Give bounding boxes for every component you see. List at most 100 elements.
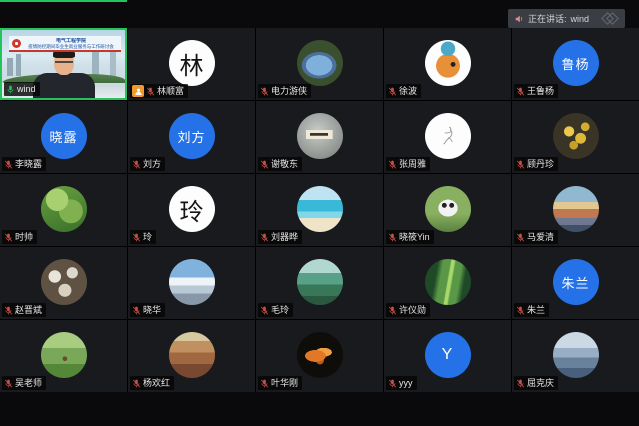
mic-muted-icon [388, 160, 397, 169]
participant-name: 刘方 [143, 158, 161, 170]
participant-tile[interactable]: 杨欢红 [128, 320, 255, 392]
avatar [297, 186, 343, 232]
participant-tile[interactable]: 毛玲 [256, 247, 383, 319]
mic-muted-icon [260, 379, 269, 388]
active-speaker-video-tile[interactable]: 电气工程学院 疫情防控期间毕业生就业服务与工作研讨会 wind [0, 28, 127, 100]
participant-tile[interactable]: 电力游侠 [256, 28, 383, 100]
participant-name: 李晓露 [15, 158, 42, 170]
speaker-icon [514, 14, 524, 24]
mic-muted-icon [4, 233, 13, 242]
participant-name: 刘器晔 [271, 231, 298, 243]
mic-muted-icon [132, 306, 141, 315]
participant-tile[interactable]: Y yyy [384, 320, 511, 392]
participant-name: 叶华刚 [271, 377, 298, 389]
mic-muted-icon [516, 233, 525, 242]
meeting-window: 正在讲话: wind 电气工程学院 疫情防控期间毕业生就业服务与工作研讨会 [0, 0, 639, 426]
participant-tile[interactable]: 时帅 [0, 174, 127, 246]
mic-muted-icon [4, 306, 13, 315]
participant-tile[interactable]: 屈克庆 [512, 320, 639, 392]
avatar: Y [425, 332, 471, 378]
participant-tile[interactable]: 玲 玲 [128, 174, 255, 246]
name-label: 杨欢红 [130, 376, 174, 390]
avatar [553, 186, 599, 232]
active-speaker-top-line [0, 0, 127, 2]
participant-tile[interactable]: 赵晋斌 [0, 247, 127, 319]
participant-tile[interactable]: 鲁杨 王鲁杨 [512, 28, 639, 100]
participant-name: 马爱清 [527, 231, 554, 243]
name-label: yyy [386, 376, 417, 390]
name-label: 玲 [130, 230, 156, 244]
mic-muted-icon [132, 379, 141, 388]
mic-muted-icon [4, 160, 13, 169]
participant-name: 朱兰 [527, 304, 545, 316]
name-label: 时帅 [2, 230, 37, 244]
name-label: 林顺富 [130, 84, 188, 98]
avatar [553, 332, 599, 378]
name-label: 李晓露 [2, 157, 46, 171]
name-label: 叶华刚 [258, 376, 302, 390]
participant-name: 晓华 [143, 304, 161, 316]
participant-tile[interactable]: 叶华刚 [256, 320, 383, 392]
participant-name: 晓筱Yin [399, 231, 430, 243]
participant-tile[interactable]: 谢敬东 [256, 101, 383, 173]
participant-tile[interactable]: 吴老师 [0, 320, 127, 392]
avatar [41, 259, 87, 305]
name-label: 赵晋斌 [2, 303, 46, 317]
mic-muted-icon [260, 87, 269, 96]
participant-name: 徐波 [399, 85, 417, 97]
mic-muted-icon [4, 379, 13, 388]
avatar [41, 186, 87, 232]
participant-name: 屈克庆 [527, 377, 554, 389]
name-label: 朱兰 [514, 303, 549, 317]
participant-tile[interactable]: 林 林顺富 [128, 28, 255, 100]
name-label: 张周雅 [386, 157, 430, 171]
participant-tile[interactable]: 马爱清 [512, 174, 639, 246]
avatar: 鲁杨 [553, 40, 599, 86]
avatar [425, 259, 471, 305]
participant-name: wind [17, 83, 36, 95]
participant-name: 毛玲 [271, 304, 289, 316]
speaking-toast-speaker: wind [570, 14, 589, 24]
participant-name: 时帅 [15, 231, 33, 243]
participant-tile[interactable]: 刘方 刘方 [128, 101, 255, 173]
avatar [169, 259, 215, 305]
participant-tile[interactable]: 张周雅 [384, 101, 511, 173]
avatar [297, 332, 343, 378]
participant-tile[interactable]: 刘器晔 [256, 174, 383, 246]
participant-tile[interactable]: 晓华 [128, 247, 255, 319]
mic-muted-icon [388, 233, 397, 242]
avatar: 刘方 [169, 113, 215, 159]
participant-tile[interactable]: 晓露 李晓露 [0, 101, 127, 173]
mic-muted-icon [260, 233, 269, 242]
name-label: 晓华 [130, 303, 165, 317]
participant-name: yyy [399, 377, 413, 389]
name-label: 顾丹珍 [514, 157, 558, 171]
participant-tile[interactable]: 顾丹珍 [512, 101, 639, 173]
participant-name: 顾丹珍 [527, 158, 554, 170]
participant-tile[interactable]: 晓筱Yin [384, 174, 511, 246]
name-label: 马爱清 [514, 230, 558, 244]
participant-name: 杨欢红 [143, 377, 170, 389]
avatar [553, 113, 599, 159]
participant-tile[interactable]: 许仪勋 [384, 247, 511, 319]
banner-red-strip [9, 50, 121, 52]
participant-name: 张周雅 [399, 158, 426, 170]
participant-grid: 电气工程学院 疫情防控期间毕业生就业服务与工作研讨会 wind 林 林顺富 [0, 28, 639, 392]
participant-tile[interactable]: 朱兰 朱兰 [512, 247, 639, 319]
avatar [425, 186, 471, 232]
participant-name: 吴老师 [15, 377, 42, 389]
dancer-sketch-icon [435, 123, 461, 149]
mic-muted-icon [146, 87, 155, 96]
avatar: 朱兰 [553, 259, 599, 305]
mic-muted-icon [260, 160, 269, 169]
mic-muted-icon [516, 379, 525, 388]
avatar [297, 40, 343, 86]
avatar: 玲 [169, 186, 215, 232]
participant-name: 谢敬东 [271, 158, 298, 170]
meeting-banner: 电气工程学院 疫情防控期间毕业生就业服务与工作研讨会 [9, 36, 121, 50]
participant-tile[interactable]: 徐波 [384, 28, 511, 100]
name-label: 谢敬东 [258, 157, 302, 171]
name-label: 晓筱Yin [386, 230, 434, 244]
participant-name: 林顺富 [157, 85, 184, 97]
mic-muted-icon [516, 160, 525, 169]
